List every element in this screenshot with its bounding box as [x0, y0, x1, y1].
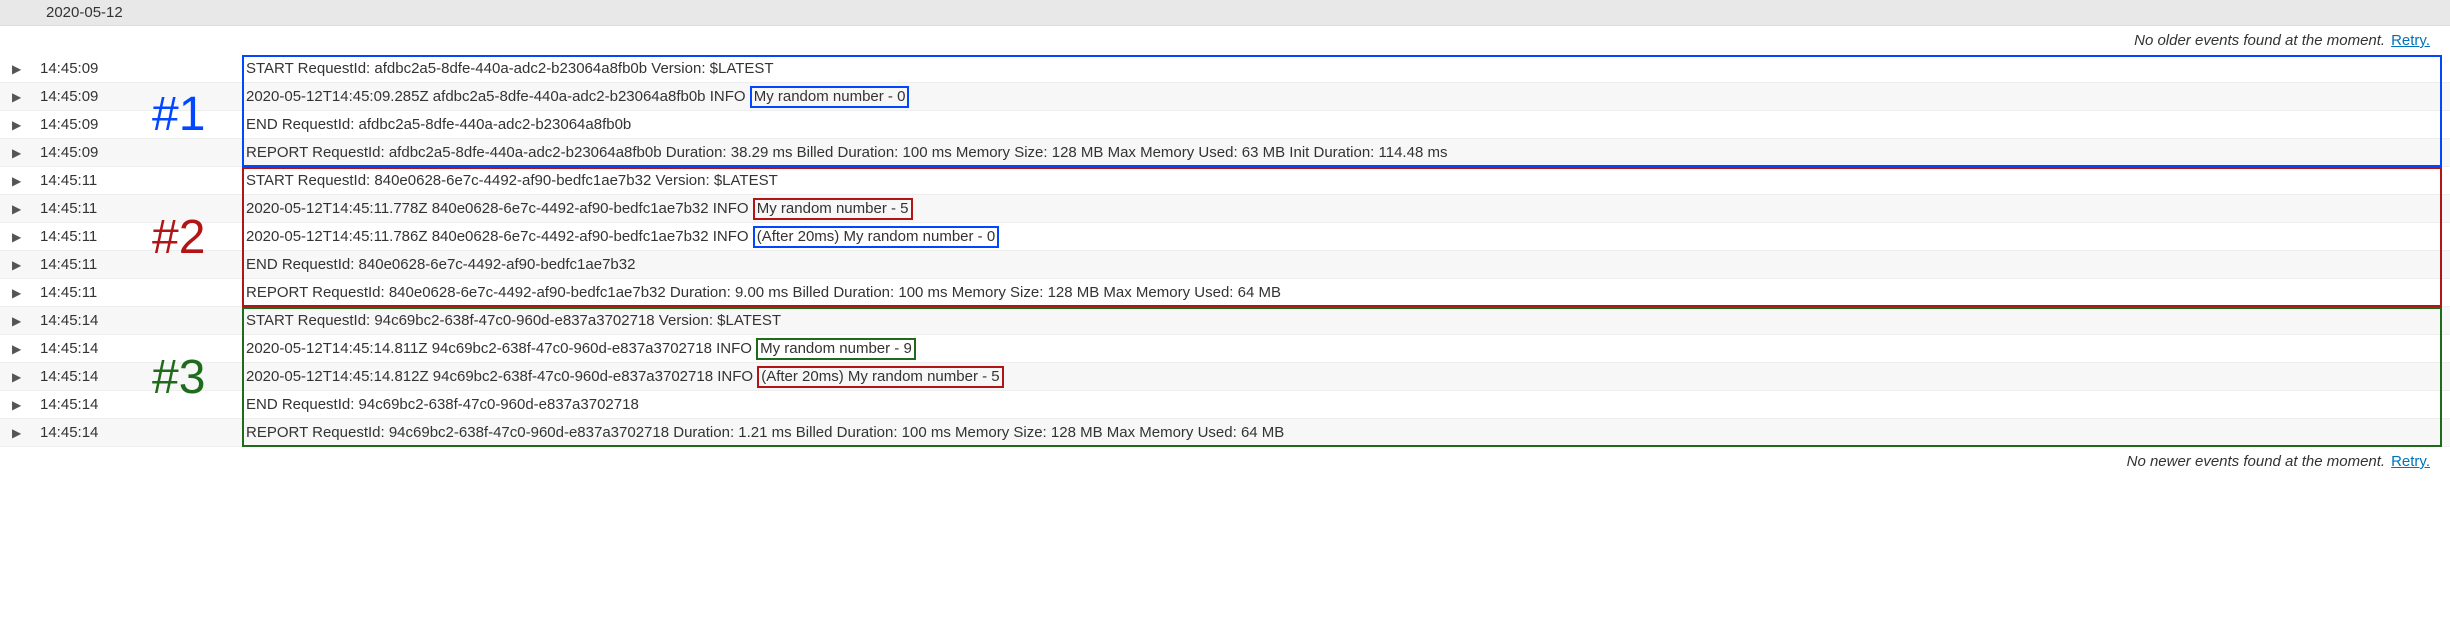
log-message: 2020-05-12T14:45:11.778Z 840e0628-6e7c-4… — [246, 198, 2450, 220]
log-message: REPORT RequestId: 840e0628-6e7c-4492-af9… — [246, 284, 2450, 301]
highlight-box: My random number - 5 — [753, 198, 913, 220]
expand-arrow-icon[interactable]: ▶ — [12, 286, 28, 300]
expand-arrow-icon[interactable]: ▶ — [12, 370, 28, 384]
log-row[interactable]: ▶ 14:45:14 START RequestId: 94c69bc2-638f-… — [0, 307, 2450, 335]
older-events-msg: No older events found at the moment. — [2134, 32, 2385, 49]
log-row[interactable]: ▶ 14:45:14 REPORT RequestId: 94c69bc2-638f… — [0, 419, 2450, 447]
log-row[interactable]: ▶ 14:45:11 REPORT RequestId: 840e0628-6e7c… — [0, 279, 2450, 307]
log-message-pre: 2020-05-12T14:45:11.786Z 840e0628-6e7c-4… — [246, 228, 753, 245]
log-message-pre: END RequestId: 94c69bc2-638f-47c0-960d-e… — [246, 396, 639, 413]
expand-arrow-icon[interactable]: ▶ — [12, 174, 28, 188]
retry-link-top[interactable]: Retry. — [2391, 32, 2430, 49]
expand-arrow-icon[interactable]: ▶ — [12, 146, 28, 160]
expand-arrow-icon[interactable]: ▶ — [12, 202, 28, 216]
highlight-box: (After 20ms) My random number - 5 — [757, 366, 1003, 388]
log-time: 14:45:09 — [40, 88, 130, 105]
log-row[interactable]: ▶ 14:45:14 END RequestId: 94c69bc2-638f-47… — [0, 391, 2450, 419]
highlight-box: My random number - 9 — [756, 338, 916, 360]
log-row[interactable]: ▶ 14:45:09 2020-05-12T14:45:09.285Z afdbc2… — [0, 83, 2450, 111]
log-row[interactable]: ▶ 14:45:14 2020-05-12T14:45:14.812Z 94c69b… — [0, 363, 2450, 391]
log-time: 14:45:11 — [40, 200, 130, 217]
expand-arrow-icon[interactable]: ▶ — [12, 118, 28, 132]
log-message: REPORT RequestId: 94c69bc2-638f-47c0-960… — [246, 424, 2450, 441]
log-message: START RequestId: afdbc2a5-8dfe-440a-adc2… — [246, 60, 2450, 77]
log-message-pre: END RequestId: 840e0628-6e7c-4492-af90-b… — [246, 256, 635, 273]
date-header: 2020-05-12 — [0, 0, 2450, 26]
highlight-box: My random number - 0 — [750, 86, 910, 108]
log-message: 2020-05-12T14:45:14.812Z 94c69bc2-638f-4… — [246, 366, 2450, 388]
log-time: 14:45:09 — [40, 144, 130, 161]
log-row[interactable]: ▶ 14:45:11 2020-05-12T14:45:11.778Z 840e06… — [0, 195, 2450, 223]
log-message-pre: REPORT RequestId: afdbc2a5-8dfe-440a-adc… — [246, 144, 1447, 161]
log-row[interactable]: ▶ 14:45:11 END RequestId: 840e0628-6e7c-44… — [0, 251, 2450, 279]
expand-arrow-icon[interactable]: ▶ — [12, 314, 28, 328]
bottom-notice-bar: No newer events found at the moment. Ret… — [0, 447, 2450, 476]
log-message: END RequestId: 840e0628-6e7c-4492-af90-b… — [246, 256, 2450, 273]
log-time: 14:45:14 — [40, 396, 130, 413]
log-row[interactable]: ▶ 14:45:09 REPORT RequestId: afdbc2a5-8dfe… — [0, 139, 2450, 167]
log-row[interactable]: ▶ 14:45:09 START RequestId: afdbc2a5-8dfe-… — [0, 55, 2450, 83]
log-message-pre: END RequestId: afdbc2a5-8dfe-440a-adc2-b… — [246, 116, 631, 133]
log-container: #1 #2 #3 ▶14:45:09START RequestId: afdbc… — [0, 55, 2450, 447]
log-message: 2020-05-12T14:45:14.811Z 94c69bc2-638f-4… — [246, 338, 2450, 360]
log-message: START RequestId: 840e0628-6e7c-4492-af90… — [246, 172, 2450, 189]
expand-arrow-icon[interactable]: ▶ — [12, 90, 28, 104]
log-time: 14:45:11 — [40, 284, 130, 301]
log-message-pre: REPORT RequestId: 840e0628-6e7c-4492-af9… — [246, 284, 1281, 301]
log-time: 14:45:14 — [40, 312, 130, 329]
log-time: 14:45:11 — [40, 172, 130, 189]
expand-arrow-icon[interactable]: ▶ — [12, 342, 28, 356]
log-message-pre: 2020-05-12T14:45:11.778Z 840e0628-6e7c-4… — [246, 200, 753, 217]
log-message-pre: START RequestId: 94c69bc2-638f-47c0-960d… — [246, 312, 781, 329]
retry-link-bottom[interactable]: Retry. — [2391, 453, 2430, 470]
log-row[interactable]: ▶ 14:45:14 2020-05-12T14:45:14.811Z 94c69b… — [0, 335, 2450, 363]
expand-arrow-icon[interactable]: ▶ — [12, 258, 28, 272]
log-message: 2020-05-12T14:45:09.285Z afdbc2a5-8dfe-4… — [246, 86, 2450, 108]
log-message: END RequestId: afdbc2a5-8dfe-440a-adc2-b… — [246, 116, 2450, 133]
log-time: 14:45:14 — [40, 340, 130, 357]
expand-arrow-icon[interactable]: ▶ — [12, 62, 28, 76]
log-row[interactable]: ▶ 14:45:11 START RequestId: 840e0628-6e7c-… — [0, 167, 2450, 195]
log-message-pre: REPORT RequestId: 94c69bc2-638f-47c0-960… — [246, 424, 1284, 441]
log-message-pre: 2020-05-12T14:45:09.285Z afdbc2a5-8dfe-4… — [246, 88, 750, 105]
log-time: 14:45:09 — [40, 116, 130, 133]
expand-arrow-icon[interactable]: ▶ — [12, 398, 28, 412]
log-message: REPORT RequestId: afdbc2a5-8dfe-440a-adc… — [246, 144, 2450, 161]
log-message-pre: START RequestId: 840e0628-6e7c-4492-af90… — [246, 172, 778, 189]
newer-events-msg: No newer events found at the moment. — [2127, 453, 2385, 470]
log-time: 14:45:09 — [40, 60, 130, 77]
log-message: END RequestId: 94c69bc2-638f-47c0-960d-e… — [246, 396, 2450, 413]
log-time: 14:45:14 — [40, 424, 130, 441]
log-row[interactable]: ▶ 14:45:09 END RequestId: afdbc2a5-8dfe-44… — [0, 111, 2450, 139]
highlight-box: (After 20ms) My random number - 0 — [753, 226, 999, 248]
log-message-pre: START RequestId: afdbc2a5-8dfe-440a-adc2… — [246, 60, 774, 77]
expand-arrow-icon[interactable]: ▶ — [12, 230, 28, 244]
log-time: 14:45:11 — [40, 228, 130, 245]
log-time: 14:45:14 — [40, 368, 130, 385]
top-notice-bar: No older events found at the moment. Ret… — [0, 26, 2450, 55]
log-message: 2020-05-12T14:45:11.786Z 840e0628-6e7c-4… — [246, 226, 2450, 248]
log-message-pre: 2020-05-12T14:45:14.812Z 94c69bc2-638f-4… — [246, 368, 757, 385]
log-row[interactable]: ▶ 14:45:11 2020-05-12T14:45:11.786Z 840e06… — [0, 223, 2450, 251]
log-message-pre: 2020-05-12T14:45:14.811Z 94c69bc2-638f-4… — [246, 340, 756, 357]
expand-arrow-icon[interactable]: ▶ — [12, 426, 28, 440]
log-time: 14:45:11 — [40, 256, 130, 273]
log-message: START RequestId: 94c69bc2-638f-47c0-960d… — [246, 312, 2450, 329]
